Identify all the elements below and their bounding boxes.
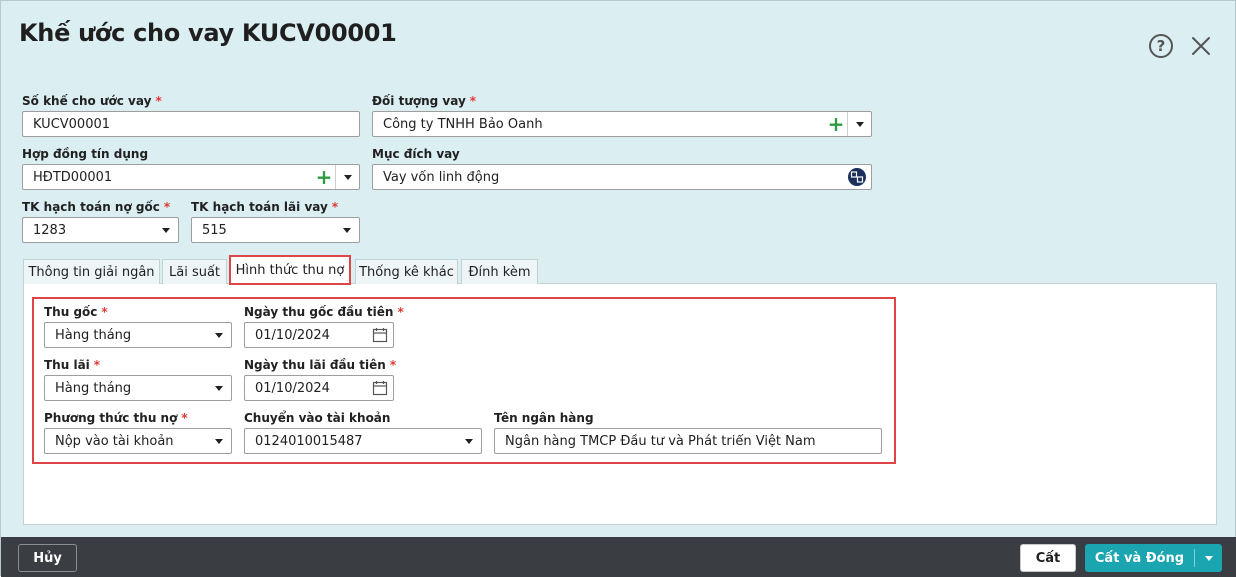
interest-collection-select[interactable]: Hàng tháng xyxy=(44,375,232,401)
borrower-value: Công ty TNHH Bảo Oanh xyxy=(383,116,543,132)
required-mark: * xyxy=(101,305,108,319)
to-account-select[interactable]: 0124010015487 xyxy=(244,428,482,454)
tab-repayment-method[interactable]: Hình thức thu nợ xyxy=(229,255,351,285)
first-principal-date-input[interactable]: 01/10/2024 xyxy=(244,322,394,348)
chevron-down-icon xyxy=(215,332,223,338)
cancel-button[interactable]: Hủy xyxy=(18,544,77,572)
to-account-label: Chuyển vào tài khoản xyxy=(244,411,390,425)
to-account-label-text: Chuyển vào tài khoản xyxy=(244,411,391,425)
close-icon[interactable] xyxy=(1189,34,1213,58)
to-account-value: 0124010015487 xyxy=(255,433,363,449)
purpose-label: Mục đích vay xyxy=(372,147,460,161)
principal-collection-label-text: Thu gốc xyxy=(44,305,98,319)
first-interest-date-label-text: Ngày thu lãi đầu tiên xyxy=(244,358,386,372)
credit-contract-label-text: Hợp đồng tín dụng xyxy=(22,147,149,161)
contract-no-input[interactable]: KUCV00001 xyxy=(22,111,360,137)
repayment-method-dropdown-icon[interactable] xyxy=(207,429,231,453)
chevron-down-icon xyxy=(215,438,223,444)
calendar-icon[interactable] xyxy=(367,327,393,343)
required-mark: * xyxy=(397,305,404,319)
principal-collection-select[interactable]: Hàng tháng xyxy=(44,322,232,348)
required-mark: * xyxy=(93,358,101,372)
required-mark: * xyxy=(389,358,397,372)
save-and-close-button[interactable]: Cất và Đóng xyxy=(1085,544,1222,572)
chevron-down-icon xyxy=(465,438,473,444)
credit-contract-dropdown-icon[interactable] xyxy=(335,165,359,189)
first-principal-date-value: 01/10/2024 xyxy=(255,327,330,343)
first-interest-date-value: 01/10/2024 xyxy=(255,380,330,396)
bank-name-label: Tên ngân hàng xyxy=(494,411,594,425)
bank-name-input[interactable]: Ngân hàng TMCP Đầu tư và Phát triển Việt… xyxy=(494,428,882,454)
principal-collection-dropdown-icon[interactable] xyxy=(207,323,231,347)
tab-attachments[interactable]: Đính kèm xyxy=(461,259,538,284)
repayment-method-label: Phương thức thu nợ * xyxy=(44,411,188,425)
interest-account-value: 515 xyxy=(202,222,227,238)
repayment-method-label-text: Phương thức thu nợ xyxy=(44,411,178,425)
contract-no-label-text: Số khế cho ước vay xyxy=(22,94,152,108)
dialog-title: Khế ước cho vay KUCV00001 xyxy=(19,19,397,47)
credit-contract-label: Hợp đồng tín dụng xyxy=(22,147,148,161)
interest-collection-dropdown-icon[interactable] xyxy=(207,376,231,400)
chevron-down-icon xyxy=(215,385,223,391)
interest-account-select[interactable]: 515 xyxy=(191,217,360,243)
principal-account-label-text: TK hạch toán nợ gốc xyxy=(22,200,160,214)
required-mark: * xyxy=(163,200,171,214)
borrower-select[interactable]: Công ty TNHH Bảo Oanh + xyxy=(372,111,872,137)
purpose-label-text: Mục đích vay xyxy=(372,147,460,161)
translate-icon[interactable] xyxy=(843,167,871,187)
first-principal-date-label-text: Ngày thu gốc đầu tiên xyxy=(244,305,394,319)
credit-contract-select[interactable]: HĐTD00001 + xyxy=(22,164,360,190)
purpose-input[interactable]: Vay vốn linh động xyxy=(372,164,872,190)
chevron-down-icon xyxy=(1204,555,1213,561)
save-button[interactable]: Cất xyxy=(1020,544,1076,572)
interest-collection-value: Hàng tháng xyxy=(55,380,132,396)
interest-account-label-text: TK hạch toán lãi vay xyxy=(191,200,328,214)
to-account-dropdown-icon[interactable] xyxy=(457,429,481,453)
first-principal-date-label: Ngày thu gốc đầu tiên * xyxy=(244,305,404,319)
add-borrower-icon[interactable]: + xyxy=(825,112,847,136)
chevron-down-icon xyxy=(343,174,352,180)
interest-collection-label: Thu lãi * xyxy=(44,358,100,372)
purpose-value: Vay vốn linh động xyxy=(383,169,500,185)
contract-no-label: Số khế cho ước vay * xyxy=(22,94,162,108)
tab-disbursement-info[interactable]: Thông tin giải ngân xyxy=(23,259,160,284)
first-interest-date-label: Ngày thu lãi đầu tiên * xyxy=(244,358,396,372)
add-credit-contract-icon[interactable]: + xyxy=(313,165,335,189)
save-and-close-label[interactable]: Cất và Đóng xyxy=(1085,551,1194,566)
borrower-dropdown-icon[interactable] xyxy=(847,112,871,136)
principal-collection-value: Hàng tháng xyxy=(55,327,132,343)
principal-account-dropdown-icon[interactable] xyxy=(154,218,178,242)
borrower-label: Đối tượng vay * xyxy=(372,94,476,108)
credit-contract-value: HĐTD00001 xyxy=(33,169,113,185)
help-icon[interactable]: ? xyxy=(1149,34,1173,58)
bank-name-label-text: Tên ngân hàng xyxy=(494,411,594,425)
tab-interest-rate[interactable]: Lãi suất xyxy=(162,259,227,284)
repayment-method-select[interactable]: Nộp vào tài khoản xyxy=(44,428,232,454)
required-mark: * xyxy=(469,94,477,108)
principal-account-value: 1283 xyxy=(33,222,67,238)
tab-other-stats[interactable]: Thống kê khác xyxy=(355,259,458,284)
loan-contract-dialog: Khế ước cho vay KUCV00001 ? Số khế cho ư… xyxy=(0,0,1236,577)
save-options-dropdown-icon[interactable] xyxy=(1195,555,1222,561)
calendar-icon[interactable] xyxy=(367,380,393,396)
borrower-label-text: Đối tượng vay xyxy=(372,94,466,108)
chevron-down-icon xyxy=(855,121,864,127)
repayment-method-value: Nộp vào tài khoản xyxy=(55,433,174,449)
required-mark: * xyxy=(181,411,188,425)
interest-collection-label-text: Thu lãi xyxy=(44,358,90,372)
chevron-down-icon xyxy=(162,227,170,233)
principal-account-select[interactable]: 1283 xyxy=(22,217,179,243)
required-mark: * xyxy=(155,94,162,108)
contract-no-value: KUCV00001 xyxy=(33,116,111,132)
principal-collection-label: Thu gốc * xyxy=(44,305,108,319)
bank-name-value: Ngân hàng TMCP Đầu tư và Phát triển Việt… xyxy=(505,433,816,449)
first-interest-date-input[interactable]: 01/10/2024 xyxy=(244,375,394,401)
required-mark: * xyxy=(331,200,339,214)
chevron-down-icon xyxy=(343,227,351,233)
interest-account-dropdown-icon[interactable] xyxy=(335,218,359,242)
principal-account-label: TK hạch toán nợ gốc * xyxy=(22,200,170,214)
interest-account-label: TK hạch toán lãi vay * xyxy=(191,200,338,214)
